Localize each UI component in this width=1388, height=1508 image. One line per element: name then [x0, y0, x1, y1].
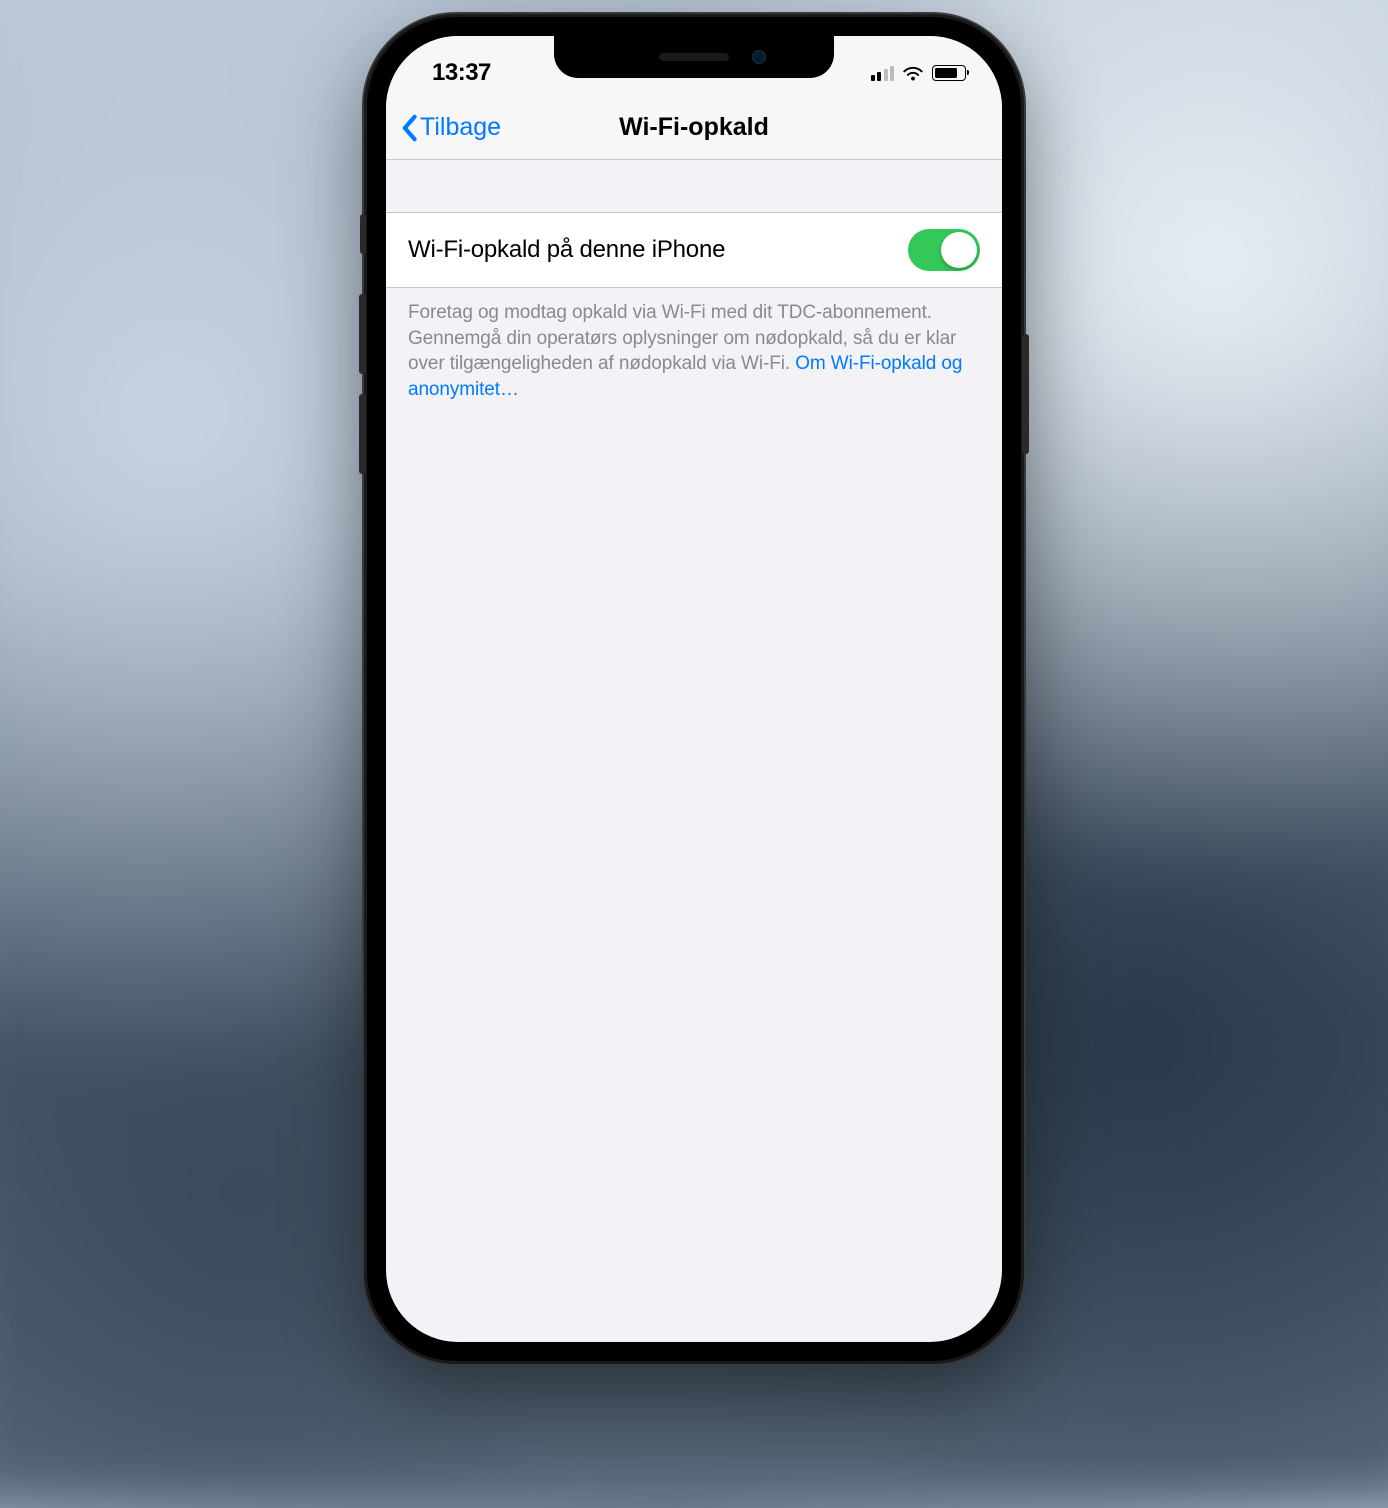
- phone-screen: 13:37: [386, 36, 1002, 1342]
- phone-mockup: 13:37: [364, 14, 1024, 1364]
- section-spacer: [386, 160, 1002, 212]
- toggle-knob: [941, 232, 977, 268]
- nav-bar: Tilbage Wi-Fi-opkald: [386, 96, 1002, 160]
- wifi-calling-row: Wi-Fi-opkald på denne iPhone: [386, 212, 1002, 288]
- power-button: [1022, 334, 1029, 454]
- battery-icon: [932, 65, 966, 81]
- volume-up-button: [359, 294, 366, 374]
- chevron-left-icon: [400, 114, 418, 142]
- back-button[interactable]: Tilbage: [400, 113, 501, 142]
- phone-frame: 13:37: [364, 14, 1024, 1364]
- wifi-calling-toggle[interactable]: [908, 229, 980, 271]
- notch: [554, 36, 834, 78]
- volume-down-button: [359, 394, 366, 474]
- cellular-signal-icon: [871, 65, 895, 81]
- wifi-calling-label: Wi-Fi-opkald på denne iPhone: [408, 236, 725, 264]
- back-label: Tilbage: [420, 113, 501, 142]
- silent-switch: [360, 214, 366, 254]
- status-right: [871, 65, 967, 81]
- status-time: 13:37: [432, 59, 491, 87]
- footer-description: Foretag og modtag opkald via Wi-Fi med d…: [386, 288, 1002, 403]
- front-camera: [752, 50, 766, 64]
- battery-level: [935, 68, 957, 78]
- content-area: Wi-Fi-opkald på denne iPhone Foretag og …: [386, 160, 1002, 403]
- wifi-icon: [902, 65, 924, 81]
- speaker-grille: [659, 53, 729, 61]
